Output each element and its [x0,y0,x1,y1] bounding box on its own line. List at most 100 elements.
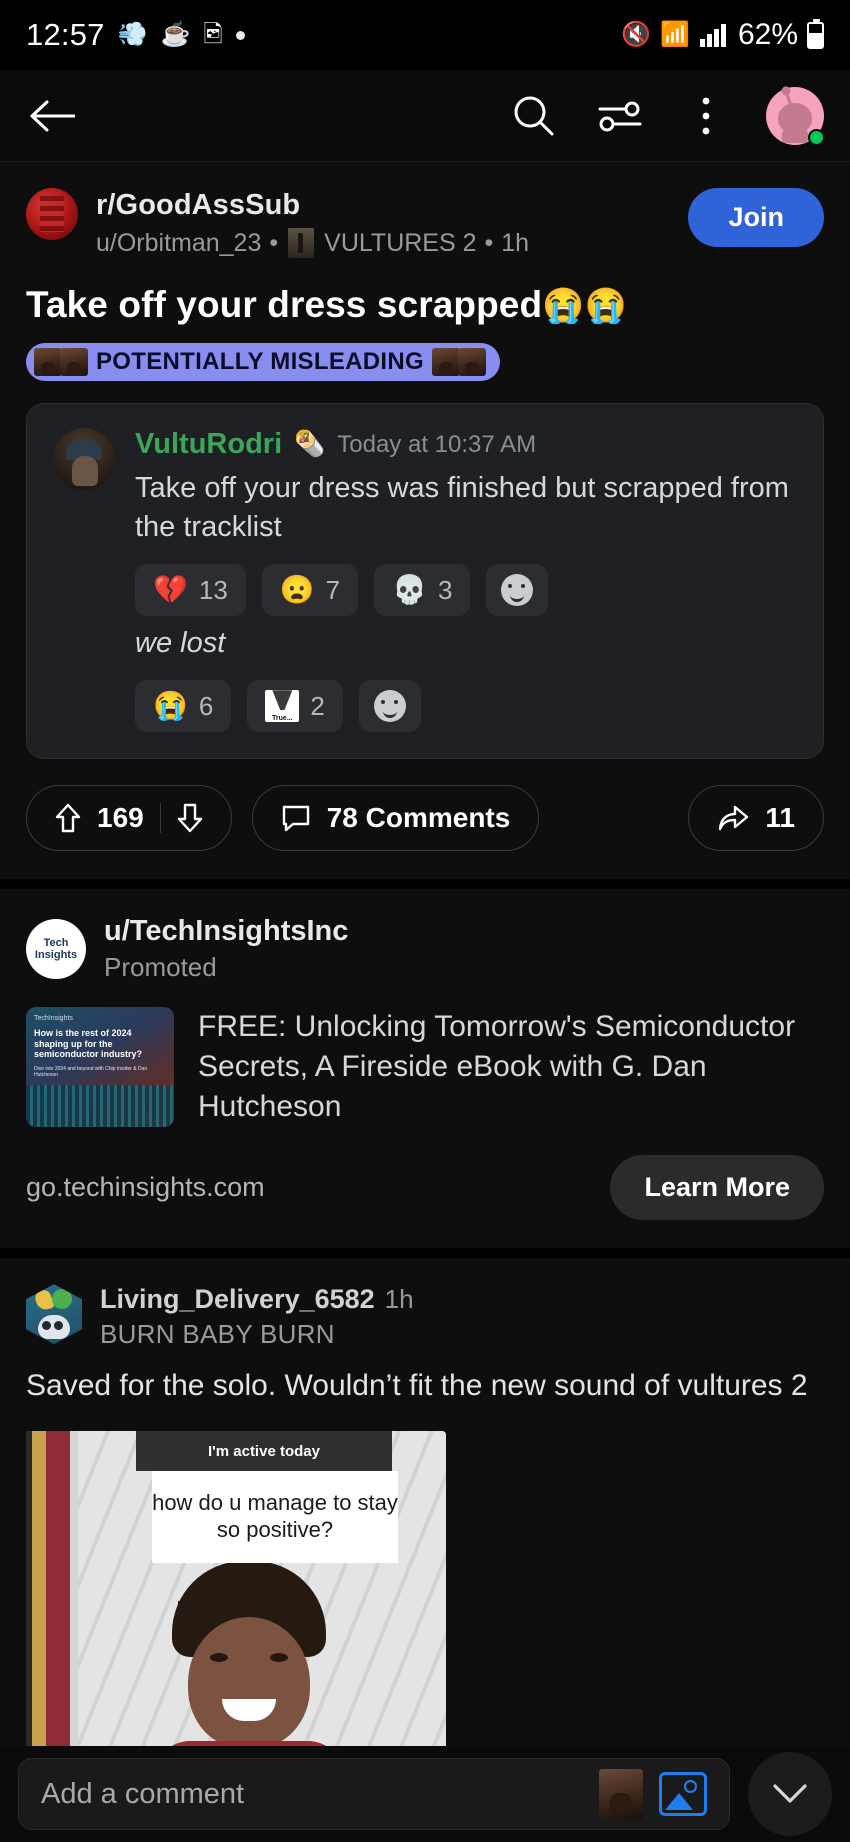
overflow-menu-icon[interactable] [680,90,732,142]
status-bar-right: 🔇 📶 62% [621,18,824,52]
comment-author[interactable]: Living_Delivery_6582 [100,1284,375,1314]
join-button[interactable]: Join [688,188,824,247]
post-title: Take off your dress scrapped😭😭 [26,282,824,327]
reaction-count: 13 [198,574,228,605]
discord-badge-icon: 🌯 [294,430,326,459]
comment-author-line: Living_Delivery_6582 1h [100,1284,414,1315]
comment-input-wrapper[interactable] [18,1758,730,1830]
discord-reactions-row-1: 💔 13 😦 7 💀 3 [135,564,797,616]
ad-footer: go.techinsights.com Learn More [26,1155,824,1221]
user-avatar[interactable] [766,86,825,146]
add-reaction-button[interactable] [486,564,549,616]
skull-icon: 💀 [392,574,428,605]
comments-pill[interactable]: 78 Comments [251,785,540,852]
discord-timestamp: Today at 10:37 AM [337,430,537,458]
comments-count-label: 78 Comments [326,802,511,834]
user-flair-icon [288,228,315,258]
ad-thumb-kicker: TechInsights [34,1015,73,1023]
advertiser-avatar: Tech Insights [26,919,86,980]
post-meta: u/Orbitman_23 • VULTURES 2 • 1h [96,228,670,258]
comment-header: Living_Delivery_6582 1h BURN BABY BURN [26,1284,824,1350]
post-header: r/GoodAssSub u/Orbitman_23 • VULTURES 2 … [26,188,824,258]
loudly-crying-icon: 😭 [153,690,188,722]
person-smile [222,1699,276,1722]
post-container: r/GoodAssSub u/Orbitman_23 • VULTURES 2 … [0,162,850,880]
image-attach-icon[interactable] [659,1772,707,1816]
post-author[interactable]: u/Orbitman_23 [96,229,261,258]
app-nav-bar [0,70,850,162]
post-age: 1h [501,228,530,257]
advertiser-username[interactable]: u/TechInsightsInc [104,915,348,948]
sort-sliders-icon[interactable] [594,90,646,142]
discord-message-text: Take off your dress was finished but scr… [135,472,789,543]
reaction-chip[interactable]: 😭 6 [135,680,232,733]
reaction-count: 7 [325,574,341,605]
ad-avatar-line2: Insights [34,949,78,962]
image-question-text: how do u manage to stay so positive? [152,1490,398,1543]
upvote-arrow-icon[interactable] [55,803,81,833]
ad-title[interactable]: FREE: Unlocking Tomorrow's Semiconductor… [198,1007,824,1127]
true-emoji-label: True... [272,715,293,723]
true-custom-emoji-icon: True... [265,690,300,723]
status-time: 12:57 [26,17,105,52]
person-face [188,1617,310,1750]
section-divider-2 [0,1248,850,1259]
user-thumbnail-icon[interactable] [599,1769,643,1819]
ad-header: Tech Insights u/TechInsightsInc Promoted [26,915,824,983]
reaction-chip[interactable]: 💀 3 [374,564,471,616]
vote-pill[interactable]: 169 [26,785,232,852]
back-arrow-icon[interactable] [26,90,78,142]
online-status-dot [808,128,825,146]
image-question-card: how do u manage to stay so positive? [152,1471,398,1564]
image-icon: 🖻 [203,21,223,48]
signal-icon [699,24,726,47]
share-pill[interactable]: 11 [688,785,824,852]
comment-input[interactable] [41,1777,583,1811]
discord-username: VultuRodri [135,428,283,461]
discord-message-row: VultuRodri 🌯 Today at 10:37 AM Take off … [53,428,797,733]
wifi-icon: 📶 [660,21,690,48]
comment-composer-bar [0,1746,850,1842]
status-bar: 12:57 💨 ☕ 🖻 🔇 📶 62% [0,0,850,70]
meta-separator-1: • [269,228,279,257]
frowning-face-icon: 😦 [279,574,315,605]
discord-message-text-2: we lost [135,627,226,659]
flair-emoji-right [431,348,486,377]
subreddit-avatar[interactable] [26,188,78,240]
promoted-label: Promoted [104,952,217,983]
ad-thumb-headline: How is the rest of 2024 shaping up for t… [34,1028,143,1059]
section-divider [0,879,850,890]
share-count: 11 [765,802,795,834]
search-icon[interactable] [508,90,560,142]
reaction-chip[interactable]: 😦 7 [261,564,359,616]
broken-heart-icon: 💔 [153,574,188,605]
vote-divider [159,803,161,834]
share-arrow-icon [719,806,749,831]
person-eye-left [210,1653,228,1663]
discord-message-body: VultuRodri 🌯 Today at 10:37 AM Take off … [135,428,797,733]
commenter-avatar[interactable] [26,1284,82,1345]
battery-percent: 62% [737,18,798,51]
image-banner-text: I'm active today [208,1442,320,1460]
learn-more-button[interactable]: Learn More [610,1155,824,1221]
reaction-chip[interactable]: 💔 13 [135,564,246,616]
add-reaction-icon [501,574,534,606]
avatar-owl [38,1315,70,1340]
downvote-arrow-icon[interactable] [177,803,203,833]
person-eye-right [270,1653,288,1663]
discord-user-avatar [53,428,115,491]
ad-thumbnail[interactable]: TechInsights How is the rest of 2024 sha… [26,1007,174,1128]
ad-url[interactable]: go.techinsights.com [26,1172,265,1203]
meta-separator-2: • [484,228,494,257]
reaction-count: 6 [198,690,214,721]
reaction-chip[interactable]: True... 2 [247,680,343,733]
image-status-banner: I'm active today [136,1431,392,1472]
discord-embed-card: VultuRodri 🌯 Today at 10:37 AM Take off … [26,403,824,760]
comment-header-text: Living_Delivery_6582 1h BURN BABY BURN [100,1284,414,1350]
ad-thumb-sub: Dive into 2024 and beyond with Chip Insi… [34,1066,148,1079]
chevron-down-icon[interactable] [748,1752,832,1836]
post-flair-badge[interactable]: POTENTIALLY MISLEADING [26,343,500,382]
promoted-ad[interactable]: Tech Insights u/TechInsightsInc Promoted … [0,889,850,1249]
add-reaction-button[interactable] [358,680,421,733]
subreddit-name[interactable]: r/GoodAssSub [96,189,670,222]
